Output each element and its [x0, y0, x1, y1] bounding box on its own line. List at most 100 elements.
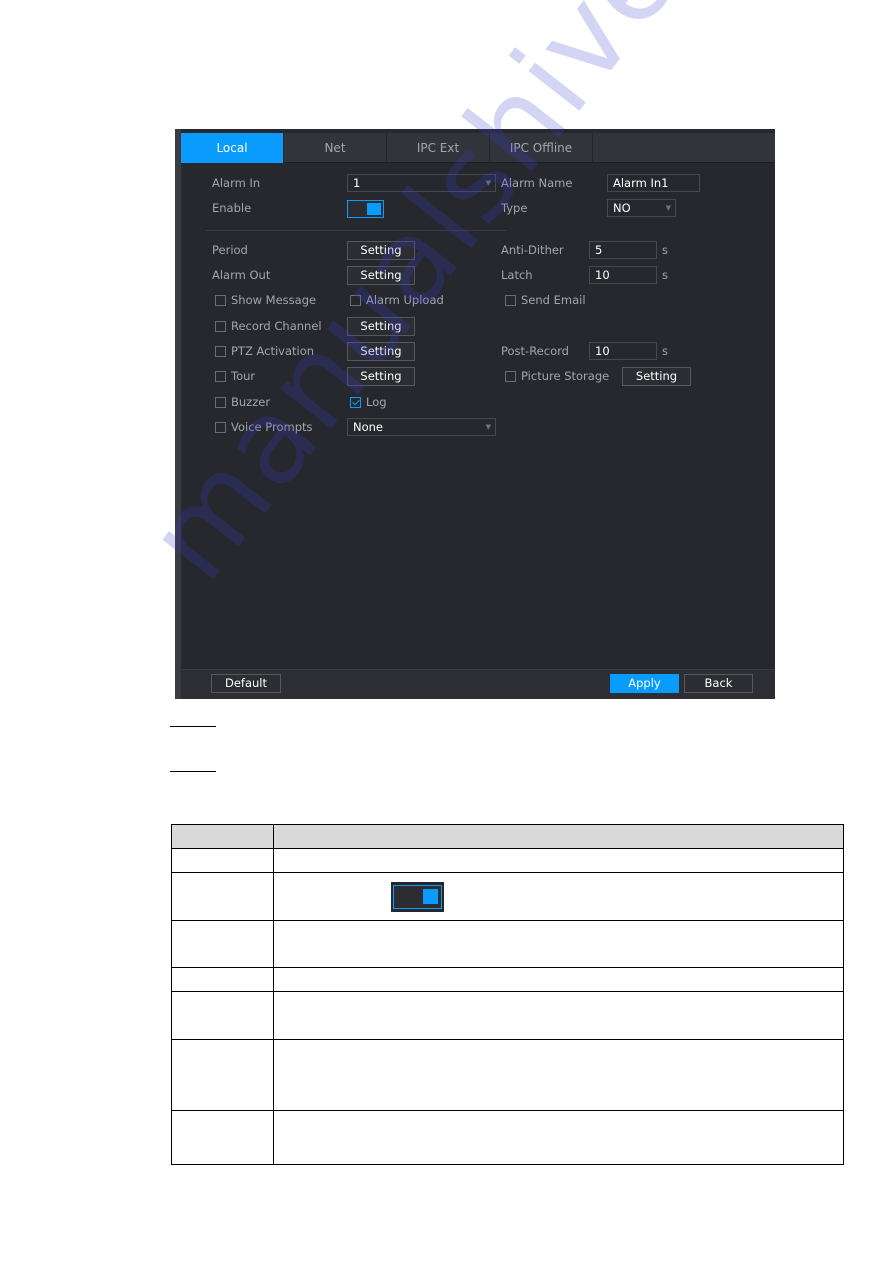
chevron-down-icon: ▼ — [485, 179, 491, 187]
voice-prompts-label: Voice Prompts — [231, 420, 313, 434]
table-row — [171, 991, 844, 1040]
alarm-local-settings-panel: Local Net IPC Ext IPC Offline Alarm In 1… — [175, 129, 775, 699]
alarm-in-value: 1 — [353, 176, 361, 190]
toggle-knob — [367, 203, 381, 215]
buzzer-label: Buzzer — [231, 395, 271, 409]
table-cell — [273, 1039, 844, 1111]
tour-checkbox[interactable]: Tour — [215, 368, 255, 384]
table-header-row — [171, 824, 844, 849]
checkbox-box — [215, 396, 226, 408]
record-channel-checkbox[interactable]: Record Channel — [215, 318, 322, 334]
table-row — [171, 920, 844, 968]
alarm-upload-label: Alarm Upload — [366, 293, 444, 307]
table-cell — [171, 872, 274, 921]
voice-prompts-select[interactable]: None ▼ — [347, 418, 496, 436]
alarm-upload-checkbox[interactable]: Alarm Upload — [350, 292, 444, 308]
anti-dither-unit: s — [662, 243, 668, 257]
latch-label: Latch — [501, 268, 533, 282]
table-cell — [171, 848, 274, 873]
step-underline — [170, 771, 216, 772]
ptz-activation-label: PTZ Activation — [231, 344, 315, 358]
alarm-name-input[interactable]: Alarm In1 — [607, 174, 700, 192]
alarm-name-label: Alarm Name — [501, 176, 573, 190]
checkbox-box — [215, 294, 226, 306]
picture-storage-label: Picture Storage — [521, 369, 610, 383]
section-divider — [206, 230, 506, 231]
checkbox-box — [215, 370, 226, 382]
table-cell — [273, 991, 844, 1040]
tour-setting-button[interactable]: Setting — [347, 367, 415, 386]
table-header-cell — [273, 824, 844, 849]
apply-button[interactable]: Apply — [610, 674, 679, 693]
show-message-checkbox[interactable]: Show Message — [215, 292, 316, 308]
voice-prompts-value: None — [353, 420, 384, 434]
back-button[interactable]: Back — [684, 674, 753, 693]
type-label: Type — [501, 201, 528, 215]
table-cell — [171, 1039, 274, 1111]
table-row — [171, 1110, 844, 1165]
checkbox-box — [505, 294, 516, 306]
table-cell — [273, 1110, 844, 1165]
table-header-cell — [171, 824, 274, 849]
table-cell — [171, 920, 274, 968]
tab-local[interactable]: Local — [181, 133, 284, 163]
latch-unit: s — [662, 268, 668, 282]
ptz-activation-setting-button[interactable]: Setting — [347, 342, 415, 361]
step-underline — [170, 726, 216, 727]
table-cell — [171, 1110, 274, 1165]
checkbox-box — [215, 421, 226, 433]
table-row — [171, 848, 844, 873]
table-row — [171, 967, 844, 992]
alarm-out-label: Alarm Out — [212, 268, 271, 282]
period-label: Period — [212, 243, 248, 257]
picture-storage-checkbox[interactable]: Picture Storage — [505, 368, 609, 384]
tab-ipc-offline[interactable]: IPC Offline — [490, 133, 593, 163]
post-record-unit: s — [662, 344, 668, 358]
table-cell — [171, 991, 274, 1040]
picture-storage-setting-button[interactable]: Setting — [622, 367, 691, 386]
type-select[interactable]: NO ▼ — [607, 199, 676, 217]
tab-ipc-ext[interactable]: IPC Ext — [387, 133, 490, 163]
record-channel-setting-button[interactable]: Setting — [347, 317, 415, 336]
anti-dither-input[interactable]: 5 — [589, 241, 657, 259]
anti-dither-label: Anti-Dither — [501, 243, 564, 257]
tour-label: Tour — [231, 369, 256, 383]
period-setting-button[interactable]: Setting — [347, 241, 415, 260]
checkbox-box — [215, 320, 226, 332]
table-cell — [273, 872, 844, 921]
checkbox-box — [350, 294, 361, 306]
table-row — [171, 1039, 844, 1111]
checkmark-icon — [350, 396, 361, 408]
voice-prompts-checkbox[interactable]: Voice Prompts — [215, 419, 313, 435]
enable-toggle[interactable] — [347, 200, 384, 218]
latch-input[interactable]: 10 — [589, 266, 657, 284]
alarm-out-setting-button[interactable]: Setting — [347, 266, 415, 285]
log-label: Log — [366, 395, 387, 409]
parameter-table — [171, 824, 844, 1165]
chevron-down-icon: ▼ — [665, 204, 671, 212]
table-cell — [273, 848, 844, 873]
toggle-frame — [393, 884, 442, 909]
table-cell — [171, 967, 274, 992]
toggle-knob — [423, 888, 438, 904]
alarm-in-select[interactable]: 1 ▼ — [347, 174, 496, 192]
table-cell — [273, 920, 844, 968]
chevron-down-icon: ▼ — [485, 423, 491, 431]
send-email-checkbox[interactable]: Send Email — [505, 292, 586, 308]
record-channel-label: Record Channel — [231, 319, 322, 333]
checkbox-box — [215, 345, 226, 357]
table-row — [171, 872, 844, 921]
tab-net[interactable]: Net — [284, 133, 387, 163]
show-message-label: Show Message — [231, 293, 317, 307]
post-record-label: Post-Record — [501, 344, 569, 358]
post-record-input[interactable]: 10 — [589, 342, 657, 360]
default-button[interactable]: Default — [211, 674, 281, 693]
log-checkbox[interactable]: Log — [350, 394, 387, 410]
enable-label: Enable — [212, 201, 252, 215]
type-value: NO — [613, 201, 631, 215]
alarm-in-label: Alarm In — [212, 176, 261, 190]
ptz-activation-checkbox[interactable]: PTZ Activation — [215, 343, 314, 359]
buzzer-checkbox[interactable]: Buzzer — [215, 394, 270, 410]
table-cell — [273, 967, 844, 992]
footer-bar: Default Apply Back — [181, 670, 775, 699]
